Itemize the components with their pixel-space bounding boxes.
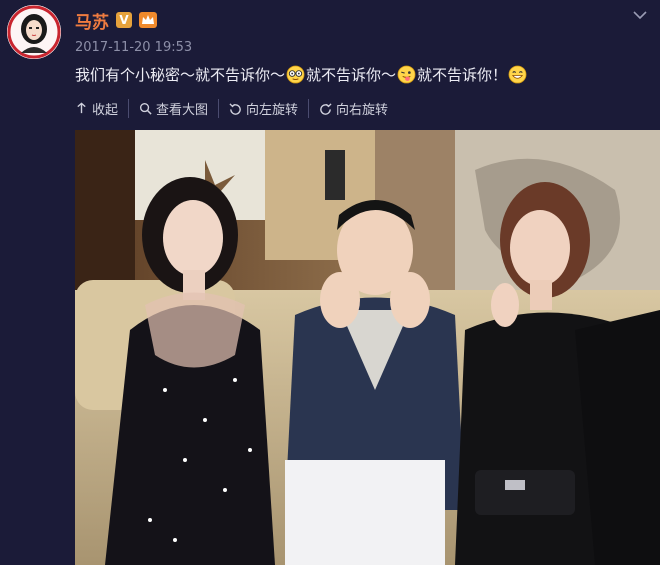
group-photo-image	[75, 130, 660, 565]
view-large-button[interactable]: 查看大图	[128, 99, 218, 118]
verified-badge-icon: V	[116, 12, 132, 28]
post-photo[interactable]	[75, 130, 660, 565]
rotate-right-icon	[320, 103, 332, 115]
post-timestamp[interactable]: 2017-11-20 19:53	[75, 40, 192, 55]
collapse-arrow-icon	[77, 102, 86, 114]
avatar-image	[7, 5, 61, 59]
collapse-button[interactable]: 收起	[75, 99, 128, 118]
post-text-segment: 我们有个小秘密～就不告诉你～	[75, 66, 286, 84]
rotate-right-button[interactable]: 向右旋转	[308, 99, 398, 118]
rotate-left-icon	[229, 103, 241, 115]
tongue-emoji-icon	[397, 65, 416, 84]
post-text: 我们有个小秘密～就不告诉你～ 就不告诉你～ 就不告诉你！	[75, 64, 528, 85]
user-name[interactable]: 马苏	[75, 8, 109, 33]
glasses-emoji-icon	[286, 65, 305, 84]
user-name-row: 马苏 V	[75, 7, 157, 33]
collapse-label: 收起	[92, 103, 119, 118]
magnifier-icon	[139, 102, 152, 115]
image-toolbar: 收起 查看大图 向左旋转 向右旋转	[75, 99, 398, 118]
grin-emoji-icon	[508, 65, 527, 84]
post-text-segment: 就不告诉你～	[306, 66, 397, 84]
post-text-segment: 就不告诉你！	[417, 66, 508, 84]
rotate-right-label: 向右旋转	[336, 103, 389, 118]
chevron-down-icon[interactable]	[633, 10, 647, 20]
member-crown-icon	[139, 12, 157, 28]
view-large-label: 查看大图	[156, 103, 209, 118]
avatar[interactable]	[7, 5, 61, 59]
rotate-left-label: 向左旋转	[246, 103, 299, 118]
rotate-left-button[interactable]: 向左旋转	[218, 99, 308, 118]
